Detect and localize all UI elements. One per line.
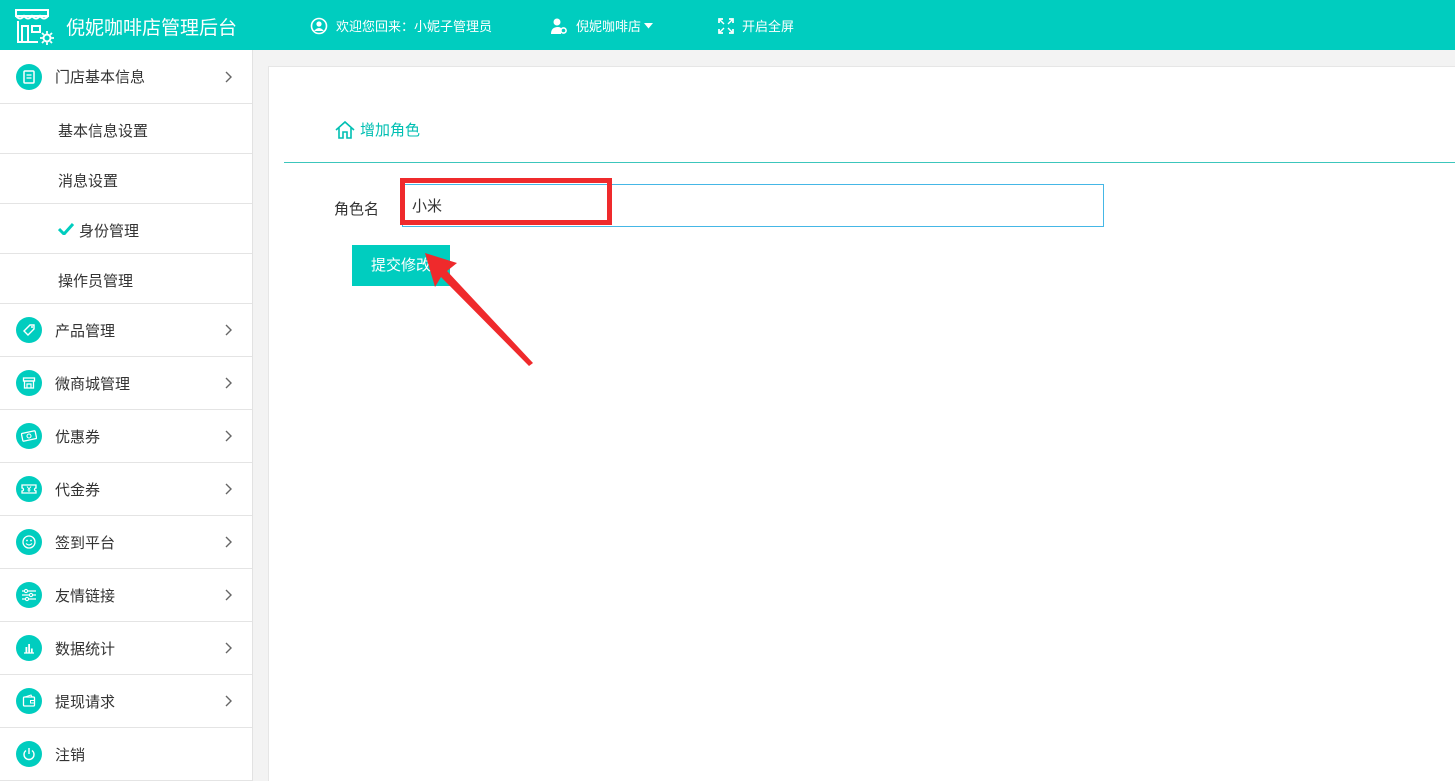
submit-button[interactable]: 提交修改 — [352, 245, 450, 286]
caret-down-icon — [644, 22, 654, 28]
chevron-right-icon — [225, 483, 232, 495]
chevron-right-icon — [225, 642, 232, 654]
home-icon — [335, 120, 355, 139]
smile-icon — [16, 529, 42, 555]
tag-icon — [16, 317, 42, 343]
fullscreen-button[interactable]: 开启全屏 — [718, 16, 794, 35]
welcome-text: 欢迎您回来：小妮子管理员 — [336, 20, 493, 35]
sidebar-subitem-basic-settings[interactable]: 基本信息设置 — [0, 104, 252, 154]
breadcrumb[interactable]: 增加角色 — [334, 119, 420, 140]
store-icon — [16, 370, 42, 396]
sidebar-item-label: 注销 — [55, 745, 86, 764]
fullscreen-icon — [718, 17, 734, 34]
sidebar-item-label: 微商城管理 — [55, 374, 131, 393]
sidebar-item-coupons[interactable]: 优惠券 — [0, 410, 252, 463]
sidebar-item-vouchers[interactable]: 代金券 — [0, 463, 252, 516]
sidebar-item-label: 门店基本信息 — [55, 68, 146, 86]
document-icon — [16, 63, 42, 90]
sidebar-item-label: 友情链接 — [55, 586, 116, 605]
wallet-icon — [16, 688, 42, 714]
user-circle-icon — [310, 17, 328, 34]
chevron-right-icon — [225, 430, 232, 442]
store-logo-icon — [15, 9, 54, 45]
sliders-icon — [16, 582, 42, 608]
role-name-input[interactable] — [402, 184, 1104, 227]
chevron-right-icon — [225, 536, 232, 548]
chevron-right-icon — [225, 589, 232, 601]
welcome-message: 欢迎您回来：小妮子管理员 — [310, 16, 492, 35]
sidebar-item-checkin[interactable]: 签到平台 — [0, 516, 252, 569]
sidebar-item-links[interactable]: 友情链接 — [0, 569, 252, 622]
sidebar-item-label: 代金券 — [55, 480, 101, 499]
sidebar-item-products[interactable]: 产品管理 — [0, 304, 252, 357]
sidebar-subitem-label: 基本信息设置 — [58, 122, 149, 140]
store-selector[interactable]: 倪妮咖啡店 — [550, 16, 654, 35]
bar-chart-icon — [16, 635, 42, 661]
chevron-right-icon — [225, 377, 232, 389]
sidebar-subitem-label: 身份管理 — [79, 222, 140, 240]
coupon-icon — [16, 423, 42, 449]
main-panel — [268, 66, 1455, 781]
section-divider — [284, 162, 1455, 163]
sidebar-item-logout[interactable]: 注销 — [0, 728, 252, 781]
sidebar-subitem-identity-management[interactable]: 身份管理 — [0, 204, 252, 254]
breadcrumb-label: 增加角色 — [360, 121, 421, 139]
chevron-right-icon — [225, 324, 232, 336]
checkmark-icon — [58, 223, 74, 235]
sidebar-item-withdrawal[interactable]: 提现请求 — [0, 675, 252, 728]
sidebar-subitem-label: 操作员管理 — [58, 272, 134, 290]
store-name: 倪妮咖啡店 — [576, 20, 642, 35]
app-title: 倪妮咖啡店管理后台 — [66, 17, 238, 39]
fullscreen-label: 开启全屏 — [742, 20, 795, 35]
role-name-label: 角色名 — [334, 200, 380, 218]
sidebar-item-micro-mall[interactable]: 微商城管理 — [0, 357, 252, 410]
chevron-right-icon — [225, 695, 232, 707]
sidebar-item-statistics[interactable]: 数据统计 — [0, 622, 252, 675]
power-icon — [16, 741, 42, 767]
sidebar-item-label: 优惠券 — [55, 427, 101, 446]
sidebar-subitem-operator-management[interactable]: 操作员管理 — [0, 254, 252, 304]
sidebar-item-store-info[interactable]: 门店基本信息 — [0, 50, 252, 104]
chevron-right-icon — [225, 71, 232, 82]
top-bar: 倪妮咖啡店管理后台 欢迎您回来：小妮子管理员 倪妮咖啡店 开启全屏 — [0, 0, 1455, 50]
user-settings-icon — [551, 18, 567, 34]
sidebar-subitem-label: 消息设置 — [58, 172, 119, 190]
sidebar-subitem-message-settings[interactable]: 消息设置 — [0, 154, 252, 204]
sidebar: 门店基本信息 基本信息设置 消息设置 身份管理 操作员管理 产品管理 微商城管理… — [0, 50, 253, 781]
sidebar-item-label: 提现请求 — [55, 692, 116, 711]
sidebar-item-label: 数据统计 — [55, 639, 116, 658]
sidebar-item-label: 签到平台 — [55, 533, 116, 552]
sidebar-item-label: 产品管理 — [55, 321, 116, 340]
voucher-icon — [16, 476, 42, 502]
